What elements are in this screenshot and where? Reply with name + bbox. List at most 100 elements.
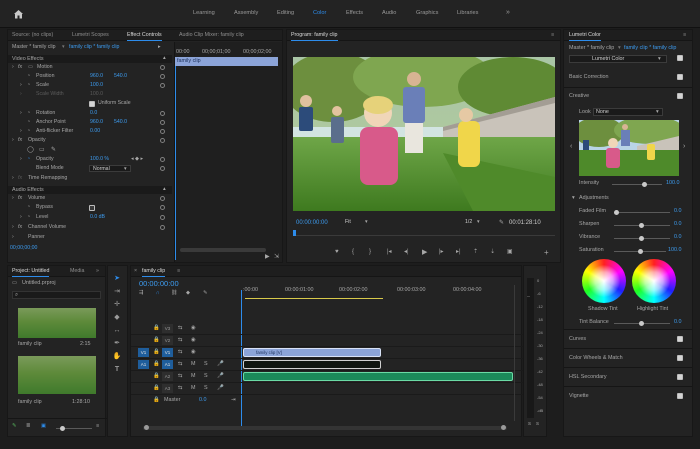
close-icon[interactable]: × [134,268,137,274]
slider-knob[interactable] [639,321,644,326]
rotation-value[interactable]: 0.0 [90,110,97,116]
pen-mask-icon[interactable]: ✎ [51,147,56,153]
zoom-handle-right[interactable] [501,425,506,430]
tab-media[interactable]: Media [70,268,84,274]
wrench-icon[interactable]: ✎ [499,220,504,226]
tab-effect-controls[interactable]: Effect Controls [127,32,162,42]
track-lock-icon[interactable]: 🔒 [153,361,160,367]
vignette-checkbox[interactable] [677,393,683,399]
zoom-handle-left[interactable] [144,425,149,430]
adjustments-chevron-icon[interactable]: ▾ [572,195,575,201]
slider-knob[interactable] [60,426,65,431]
video-frame[interactable] [293,57,555,211]
horizontal-zoom-scrollbar[interactable] [143,425,507,430]
vertical-scrollbar[interactable] [514,285,518,421]
vibrance-value[interactable]: 0.0 [674,234,682,240]
anchor-reset-icon[interactable] [160,120,165,125]
razor-tool-icon[interactable]: ◆ [112,313,122,323]
timeline-timecode[interactable]: 00:00:00:00 [139,280,179,288]
eye-icon[interactable]: ◉ [191,337,196,343]
ellipse-mask-icon[interactable]: ◯ [27,147,34,153]
track-select-tool-icon[interactable]: ⇥ [112,287,122,297]
timeline-tab[interactable]: family clip [142,268,166,278]
pen-tool-icon[interactable]: ✒ [112,339,122,349]
intensity-value[interactable]: 100.0 [666,180,680,186]
slip-tool-icon[interactable]: ↔ [112,326,122,336]
video-clip[interactable]: family clip [V] [243,348,381,357]
zoom-scrollbar[interactable] [180,248,266,252]
step-forward-icon[interactable]: |▸ [439,249,444,255]
active-clip-link[interactable]: family clip * family clip [69,44,119,50]
lumetri-clip-link[interactable]: family clip * family clip [624,45,676,51]
lumetri-fx-toggle[interactable] [677,55,683,61]
workspace-overflow-icon[interactable]: » [506,9,510,16]
program-scrub-bar[interactable] [293,230,555,236]
level-reset-icon[interactable] [160,215,165,220]
saturation-value[interactable]: 100.0 [668,247,682,253]
track-lock-icon[interactable]: 🔒 [153,373,160,379]
expand-scale-icon[interactable]: › [20,82,22,88]
step-back-icon[interactable]: ◂| [404,249,409,255]
sync-lock-icon[interactable]: ⇆ [178,337,183,343]
add-marker-icon[interactable]: ◆ [186,290,190,296]
stopwatch-icon[interactable]: ◔ [27,82,30,88]
go-to-out-icon[interactable]: ▸| [456,249,461,255]
workspace-tab-audio[interactable]: Audio [382,10,396,17]
mute-button[interactable]: M [191,373,196,379]
expand-panner-icon[interactable]: › [12,234,14,240]
mute-button[interactable]: M [191,361,196,367]
stopwatch-icon[interactable]: ◔ [27,214,30,220]
intensity-slider[interactable] [612,182,662,187]
tab-lumetri-scopes[interactable]: Lumetri Scopes [72,32,109,38]
lock-icon[interactable]: ✎ [12,423,17,429]
timeline-ruler[interactable]: :00:00 00:00:01:00 00:00:02:00 00:00:03:… [243,284,511,300]
previous-look-icon[interactable]: ‹ [570,143,572,150]
stopwatch-icon[interactable]: ◔ [27,119,30,125]
expand-time-remap-icon[interactable]: › [12,175,14,181]
track-target-a1[interactable]: A1 [162,360,173,369]
effect-clip-bar[interactable]: family clip [175,57,278,66]
track-target-a3[interactable]: A3 [162,384,173,393]
expand-volume-icon[interactable]: › [12,195,14,201]
creative-section[interactable]: Creative [564,87,692,105]
position-y-value[interactable]: 540.0 [114,73,127,79]
level-value[interactable]: 0.0 dB [90,214,105,220]
home-icon[interactable] [13,9,24,19]
color-wheels-checkbox[interactable] [677,355,683,361]
go-to-in-icon[interactable]: |◂ [387,249,392,255]
voiceover-mic-icon[interactable]: 🎤 [217,373,224,379]
linked-selection-icon[interactable]: ⛓ [171,290,178,296]
mark-in-icon[interactable]: { [352,249,354,255]
type-tool-icon[interactable]: T [112,365,122,375]
ripple-edit-tool-icon[interactable]: ✛ [112,300,122,310]
faded-film-value[interactable]: 0.0 [674,208,682,214]
scale-value[interactable]: 100.0 [90,82,103,88]
track-target-v2[interactable]: V2 [162,336,173,345]
highlight-tint-wheel[interactable] [632,259,676,303]
sync-lock-icon[interactable]: ⇆ [178,325,183,331]
expand-opacity-icon[interactable]: › [12,137,14,143]
play-clip-icon[interactable]: ▶ [265,254,270,260]
source-patch-v1[interactable]: V1 [138,348,149,357]
bypass-reset-icon[interactable] [160,205,165,210]
play-only-icon[interactable]: ▸ [158,44,161,50]
eye-icon[interactable]: ◉ [191,349,196,355]
opacity-value[interactable]: 100.0 % [90,156,109,162]
faded-film-slider[interactable] [614,210,670,215]
workspace-tab-effects[interactable]: Effects [346,10,363,17]
panel-menu-icon[interactable]: ≡ [683,32,686,38]
motion-transform-icon[interactable]: ▭ [28,64,33,70]
sync-lock-icon[interactable]: ⇆ [178,385,183,391]
scale-reset-icon[interactable] [160,83,165,88]
slider-knob[interactable] [639,236,644,241]
export-frame-icon[interactable]: ▣ [507,249,513,255]
track-target-v3[interactable]: V3 [162,324,173,333]
basic-correction-section[interactable]: Basic Correction [564,69,692,87]
track-lock-icon[interactable]: 🔒 [153,385,160,391]
timeline-settings-icon[interactable]: ✎ [203,290,207,296]
export-frame-icon[interactable]: ⇲ [274,254,279,260]
play-icon[interactable]: ▶ [422,249,427,256]
collapse-icon[interactable]: ▴ [163,186,166,192]
voiceover-mic-icon[interactable]: 🎤 [217,385,224,391]
program-playhead[interactable] [293,230,296,236]
